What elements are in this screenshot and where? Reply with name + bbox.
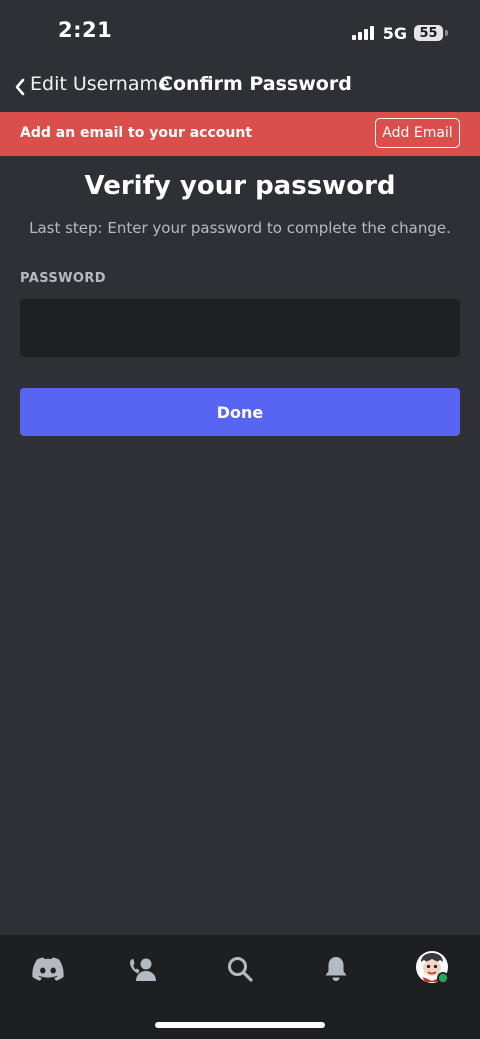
add-email-banner: Add an email to your account Add Email [0, 112, 480, 156]
notifications-bell-icon [325, 957, 347, 981]
back-chevron-icon[interactable] [10, 77, 30, 97]
network-type: 5G [382, 23, 407, 43]
user-avatar [416, 951, 449, 984]
online-status-indicator [438, 973, 448, 983]
battery-icon: 55 [414, 25, 443, 41]
banner-message: Add an email to your account [20, 125, 253, 141]
verify-subheading: Last step: Enter your password to comple… [29, 219, 451, 237]
tab-search[interactable] [220, 949, 260, 989]
search-icon [228, 957, 253, 982]
page-title: Confirm Password [159, 73, 352, 95]
battery-level: 55 [419, 25, 438, 41]
verify-heading: Verify your password [84, 171, 396, 201]
battery-cap [445, 30, 448, 36]
password-label: PASSWORD [20, 271, 106, 286]
status-time: 2:21 [58, 18, 113, 42]
tab-friends[interactable] [122, 949, 162, 989]
status-bar: 2:21 5G 55 [0, 0, 480, 64]
password-input[interactable] [20, 299, 460, 357]
status-indicators: 5G 55 [351, 22, 448, 44]
friends-icon [130, 958, 156, 981]
home-indicator [155, 1022, 325, 1028]
done-button[interactable]: Done [20, 388, 460, 436]
cellular-signal-icon [351, 26, 376, 40]
add-email-button[interactable]: Add Email [375, 118, 460, 148]
tab-home[interactable] [28, 949, 68, 989]
tab-notifications[interactable] [316, 949, 356, 989]
discord-home-icon [32, 957, 64, 981]
tab-profile[interactable] [412, 947, 452, 987]
back-button[interactable]: Edit Username [30, 73, 170, 95]
navigation-bar: Edit Username Confirm Password [0, 64, 480, 112]
